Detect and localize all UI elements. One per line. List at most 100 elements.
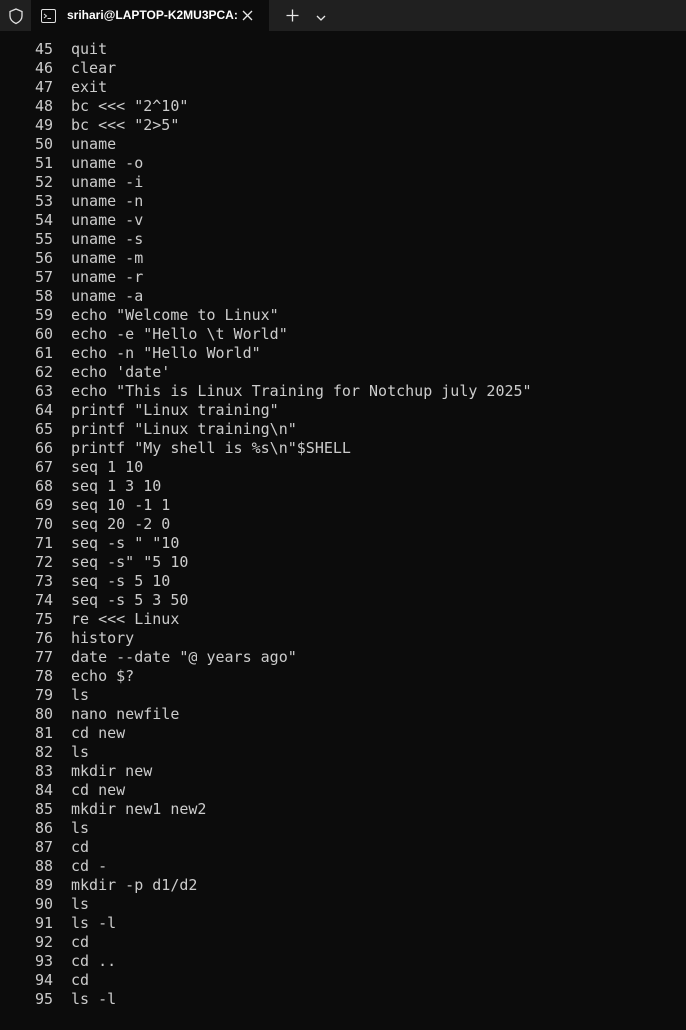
history-command: re <<< Linux [71, 610, 180, 628]
history-line: 83 mkdir new [0, 762, 532, 781]
history-number: 50 [34, 135, 53, 153]
history-command: seq 10 -1 1 [71, 496, 171, 514]
history-line: 54 uname -v [0, 211, 532, 230]
history-number: 70 [34, 515, 53, 533]
history-line: 90 ls [0, 895, 532, 914]
history-command: uname -n [71, 192, 144, 210]
history-command: mkdir new1 new2 [71, 800, 207, 818]
plus-icon[interactable] [284, 7, 301, 24]
history-line: 93 cd .. [0, 952, 532, 971]
history-command: mkdir -p d1/d2 [71, 876, 198, 894]
history-command: uname [71, 135, 117, 153]
history-number: 78 [34, 667, 53, 685]
history-line: 85 mkdir new1 new2 [0, 800, 532, 819]
history-command: uname -v [71, 211, 144, 229]
history-command: seq 20 -2 0 [71, 515, 171, 533]
history-number: 54 [34, 211, 53, 229]
history-command: ls [71, 743, 90, 761]
history-line: 47 exit [0, 78, 532, 97]
history-command: bc <<< "2^10" [71, 97, 189, 115]
history-command: seq 1 3 10 [71, 477, 162, 495]
history-number: 51 [34, 154, 53, 172]
history-line: 59 echo "Welcome to Linux" [0, 306, 532, 325]
history-number: 52 [34, 173, 53, 191]
history-number: 80 [34, 705, 53, 723]
terminal-output[interactable]: 45 quit 46 clear 47 exit 48 bc <<< "2^10" 49 bc <… [0, 31, 686, 1030]
history-command: cd [71, 971, 90, 989]
history-line: 63 echo "This is Linux Training for Notch… [0, 382, 532, 401]
history-number: 66 [34, 439, 53, 457]
history-line: 89 mkdir -p d1/d2 [0, 876, 532, 895]
history-number: 82 [34, 743, 53, 761]
history-number: 65 [34, 420, 53, 438]
history-command: printf "My shell is %s\n"$SHELL [71, 439, 351, 457]
history-number: 67 [34, 458, 53, 476]
history-command: mkdir new [71, 762, 153, 780]
history-command: uname -m [71, 249, 144, 267]
history-number: 93 [34, 952, 53, 970]
history-number: 87 [34, 838, 53, 856]
history-line: 79 ls [0, 686, 532, 705]
history-line: 61 echo -n "Hello World" [0, 344, 532, 363]
history-number: 48 [34, 97, 53, 115]
history-number: 73 [34, 572, 53, 590]
history-number: 89 [34, 876, 53, 894]
history-command: date --date "@ years ago" [71, 648, 297, 666]
history-line: 58 uname -a [0, 287, 532, 306]
history-command: cd [71, 838, 90, 856]
history-number: 81 [34, 724, 53, 742]
history-command: uname -r [71, 268, 144, 286]
history-line: 48 bc <<< "2^10" [0, 97, 532, 116]
history-line: 76 history [0, 629, 532, 648]
history-command: clear [71, 59, 117, 77]
chevron-down-icon[interactable] [314, 9, 328, 21]
history-command: ls -l [71, 990, 117, 1008]
history-number: 57 [34, 268, 53, 286]
history-number: 85 [34, 800, 53, 818]
history-number: 49 [34, 116, 53, 134]
history-number: 79 [34, 686, 53, 704]
history-line: 52 uname -i [0, 173, 532, 192]
history-line: 72 seq -s" "5 10 [0, 553, 532, 572]
history-line: 82 ls [0, 743, 532, 762]
tab-terminal[interactable]: srihari@LAPTOP-K2MU3PCA: [31, 0, 269, 31]
history-number: 92 [34, 933, 53, 951]
history-command: cd .. [71, 952, 117, 970]
history-list: 45 quit 46 clear 47 exit 48 bc <<< "2^10" 49 bc <… [0, 40, 532, 1009]
history-number: 47 [34, 78, 53, 96]
history-command: ls [71, 895, 90, 913]
history-number: 68 [34, 477, 53, 495]
shield-icon[interactable] [7, 7, 25, 25]
history-line: 80 nano newfile [0, 705, 532, 724]
history-line: 75 re <<< Linux [0, 610, 532, 629]
history-line: 46 clear [0, 59, 532, 78]
history-command: printf "Linux training\n" [71, 420, 297, 438]
history-command: cd new [71, 724, 126, 742]
history-line: 74 seq -s 5 3 50 [0, 591, 532, 610]
history-command: uname -o [71, 154, 144, 172]
history-line: 77 date --date "@ years ago" [0, 648, 532, 667]
history-command: bc <<< "2>5" [71, 116, 180, 134]
history-number: 88 [34, 857, 53, 875]
history-command: history [71, 629, 135, 647]
history-line: 53 uname -n [0, 192, 532, 211]
history-line: 45 quit [0, 40, 532, 59]
history-line: 50 uname [0, 135, 532, 154]
history-command: seq -s 5 3 50 [71, 591, 189, 609]
history-command: uname -i [71, 173, 144, 191]
history-number: 63 [34, 382, 53, 400]
history-number: 94 [34, 971, 53, 989]
history-line: 66 printf "My shell is %s\n"$SHELL [0, 439, 532, 458]
history-line: 60 echo -e "Hello \t World" [0, 325, 532, 344]
history-number: 45 [34, 40, 53, 58]
history-line: 56 uname -m [0, 249, 532, 268]
history-line: 57 uname -r [0, 268, 532, 287]
history-command: seq -s 5 10 [71, 572, 171, 590]
history-command: seq 1 10 [71, 458, 144, 476]
history-command: uname -s [71, 230, 144, 248]
history-command: nano newfile [71, 705, 180, 723]
history-line: 81 cd new [0, 724, 532, 743]
history-number: 69 [34, 496, 53, 514]
close-icon[interactable] [240, 8, 255, 23]
history-line: 86 ls [0, 819, 532, 838]
